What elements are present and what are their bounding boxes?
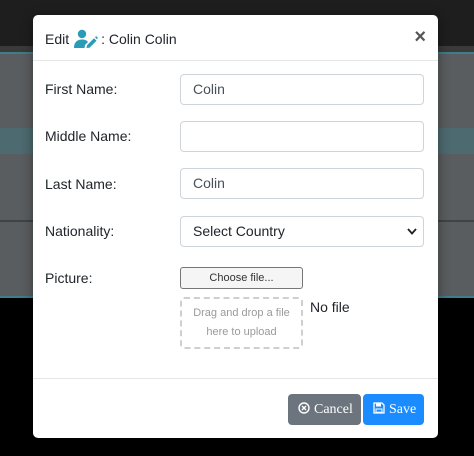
nationality-select[interactable]: Select Country (180, 216, 424, 247)
choose-file-button[interactable]: Choose file... (180, 267, 303, 289)
last-name-label: Last Name: (45, 176, 117, 192)
middle-name-field[interactable] (180, 121, 424, 152)
chevron-down-icon (407, 217, 417, 258)
file-dropzone[interactable]: Drag and drop a file here to upload (180, 297, 303, 349)
dropzone-text-line2: here to upload (206, 326, 277, 338)
user-edit-icon (74, 29, 99, 49)
first-name-field[interactable]: Colin (180, 74, 424, 105)
nationality-selected-value: Select Country (193, 223, 285, 239)
file-status: No file (310, 299, 350, 315)
modal-title-name: : Colin Colin (101, 31, 177, 47)
save-button[interactable]: Save (363, 394, 424, 425)
floppy-disk-icon (373, 395, 385, 414)
first-name-label: First Name: (45, 81, 118, 97)
close-icon[interactable]: × (414, 27, 426, 47)
save-button-label: Save (389, 402, 417, 417)
last-name-field[interactable]: Colin (180, 168, 424, 199)
modal-header: Edit : Colin Colin × (33, 15, 438, 61)
modal-footer: Cancel Save (33, 378, 438, 438)
nationality-label: Nationality: (45, 223, 115, 239)
modal-title: Edit : Colin Colin (45, 29, 177, 49)
edit-user-modal: Edit : Colin Colin × First Name: Colin M… (33, 15, 438, 438)
cancel-button[interactable]: Cancel (288, 394, 361, 425)
middle-name-label: Middle Name: (45, 128, 132, 144)
picture-label: Picture: (45, 270, 93, 286)
cancel-button-label: Cancel (314, 402, 353, 417)
circle-x-icon (298, 395, 310, 414)
modal-title-prefix: Edit (45, 31, 70, 47)
dropzone-text-line1: Drag and drop a file (193, 307, 290, 319)
